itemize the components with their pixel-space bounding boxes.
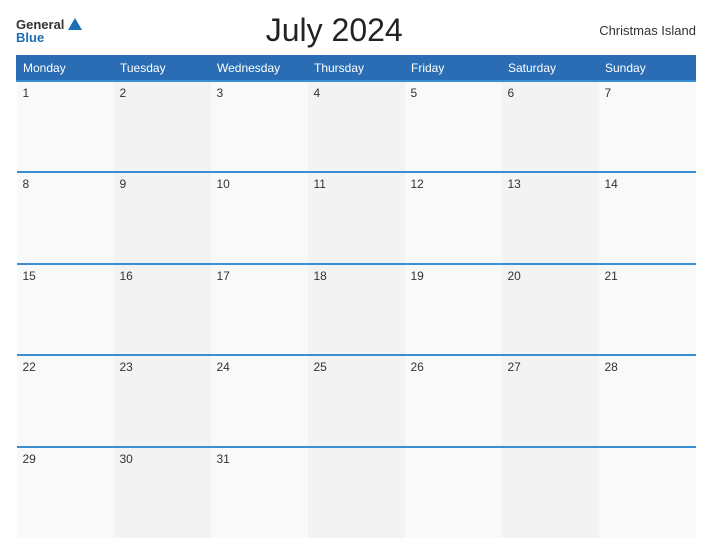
logo: General Blue — [16, 18, 82, 44]
day-number: 6 — [508, 86, 515, 100]
weekday-wednesday: Wednesday — [211, 56, 308, 82]
day-number: 31 — [217, 452, 230, 466]
calendar-day-cell — [308, 447, 405, 538]
calendar-day-cell — [405, 447, 502, 538]
calendar-day-cell: 31 — [211, 447, 308, 538]
day-number: 10 — [217, 177, 230, 191]
calendar-day-cell — [502, 447, 599, 538]
weekday-monday: Monday — [17, 56, 114, 82]
calendar-day-cell: 3 — [211, 81, 308, 172]
calendar-day-cell: 4 — [308, 81, 405, 172]
calendar-header: General Blue July 2024 Christmas Island — [16, 12, 696, 49]
weekday-friday: Friday — [405, 56, 502, 82]
calendar-day-cell: 20 — [502, 264, 599, 355]
region-label: Christmas Island — [586, 23, 696, 38]
calendar-day-cell: 5 — [405, 81, 502, 172]
calendar-day-cell: 15 — [17, 264, 114, 355]
logo-blue-text: Blue — [16, 31, 82, 44]
calendar-day-cell: 9 — [114, 172, 211, 263]
calendar-day-cell: 13 — [502, 172, 599, 263]
day-number: 22 — [23, 360, 36, 374]
calendar-day-cell: 26 — [405, 355, 502, 446]
calendar-day-cell: 19 — [405, 264, 502, 355]
day-number: 4 — [314, 86, 321, 100]
calendar-week-row: 1 2 3 4 5 6 7 — [17, 81, 696, 172]
day-number: 21 — [605, 269, 618, 283]
calendar-day-cell: 6 — [502, 81, 599, 172]
logo-general-text: General — [16, 18, 64, 31]
day-number: 15 — [23, 269, 36, 283]
day-number: 16 — [120, 269, 133, 283]
calendar-week-row: 29 30 31 — [17, 447, 696, 538]
day-number: 13 — [508, 177, 521, 191]
calendar-day-cell: 21 — [599, 264, 696, 355]
day-number: 29 — [23, 452, 36, 466]
calendar-day-cell: 16 — [114, 264, 211, 355]
day-number: 17 — [217, 269, 230, 283]
day-number: 3 — [217, 86, 224, 100]
day-number: 24 — [217, 360, 230, 374]
calendar-table: Monday Tuesday Wednesday Thursday Friday… — [16, 55, 696, 538]
calendar-day-cell: 14 — [599, 172, 696, 263]
calendar-day-cell: 17 — [211, 264, 308, 355]
calendar-day-cell: 11 — [308, 172, 405, 263]
day-number: 2 — [120, 86, 127, 100]
calendar-day-cell: 29 — [17, 447, 114, 538]
day-number: 26 — [411, 360, 424, 374]
day-number: 19 — [411, 269, 424, 283]
calendar-week-row: 22 23 24 25 26 27 28 — [17, 355, 696, 446]
calendar-day-cell: 1 — [17, 81, 114, 172]
logo-triangle-icon — [68, 18, 82, 30]
weekday-tuesday: Tuesday — [114, 56, 211, 82]
day-number: 8 — [23, 177, 30, 191]
calendar-day-cell: 8 — [17, 172, 114, 263]
calendar-day-cell: 30 — [114, 447, 211, 538]
weekday-sunday: Sunday — [599, 56, 696, 82]
calendar-week-row: 15 16 17 18 19 20 21 — [17, 264, 696, 355]
day-number: 5 — [411, 86, 418, 100]
calendar-day-cell — [599, 447, 696, 538]
day-number: 20 — [508, 269, 521, 283]
day-number: 7 — [605, 86, 612, 100]
calendar-week-row: 8 9 10 11 12 13 14 — [17, 172, 696, 263]
day-number: 23 — [120, 360, 133, 374]
day-number: 25 — [314, 360, 327, 374]
weekday-saturday: Saturday — [502, 56, 599, 82]
day-number: 11 — [314, 177, 326, 191]
calendar-day-cell: 25 — [308, 355, 405, 446]
calendar-day-cell: 27 — [502, 355, 599, 446]
day-number: 9 — [120, 177, 127, 191]
day-number: 18 — [314, 269, 327, 283]
day-number: 30 — [120, 452, 133, 466]
calendar-page: General Blue July 2024 Christmas Island … — [0, 0, 712, 550]
calendar-day-cell: 10 — [211, 172, 308, 263]
calendar-day-cell: 2 — [114, 81, 211, 172]
day-number: 27 — [508, 360, 521, 374]
calendar-day-cell: 18 — [308, 264, 405, 355]
day-number: 12 — [411, 177, 424, 191]
calendar-day-cell: 28 — [599, 355, 696, 446]
calendar-body: 1234567891011121314151617181920212223242… — [17, 81, 696, 538]
day-number: 1 — [23, 86, 30, 100]
calendar-day-cell: 23 — [114, 355, 211, 446]
calendar-title: July 2024 — [82, 12, 586, 49]
weekday-thursday: Thursday — [308, 56, 405, 82]
calendar-day-cell: 7 — [599, 81, 696, 172]
calendar-day-cell: 12 — [405, 172, 502, 263]
day-number: 28 — [605, 360, 618, 374]
calendar-day-cell: 22 — [17, 355, 114, 446]
day-number: 14 — [605, 177, 618, 191]
calendar-header-row: Monday Tuesday Wednesday Thursday Friday… — [17, 56, 696, 82]
calendar-day-cell: 24 — [211, 355, 308, 446]
